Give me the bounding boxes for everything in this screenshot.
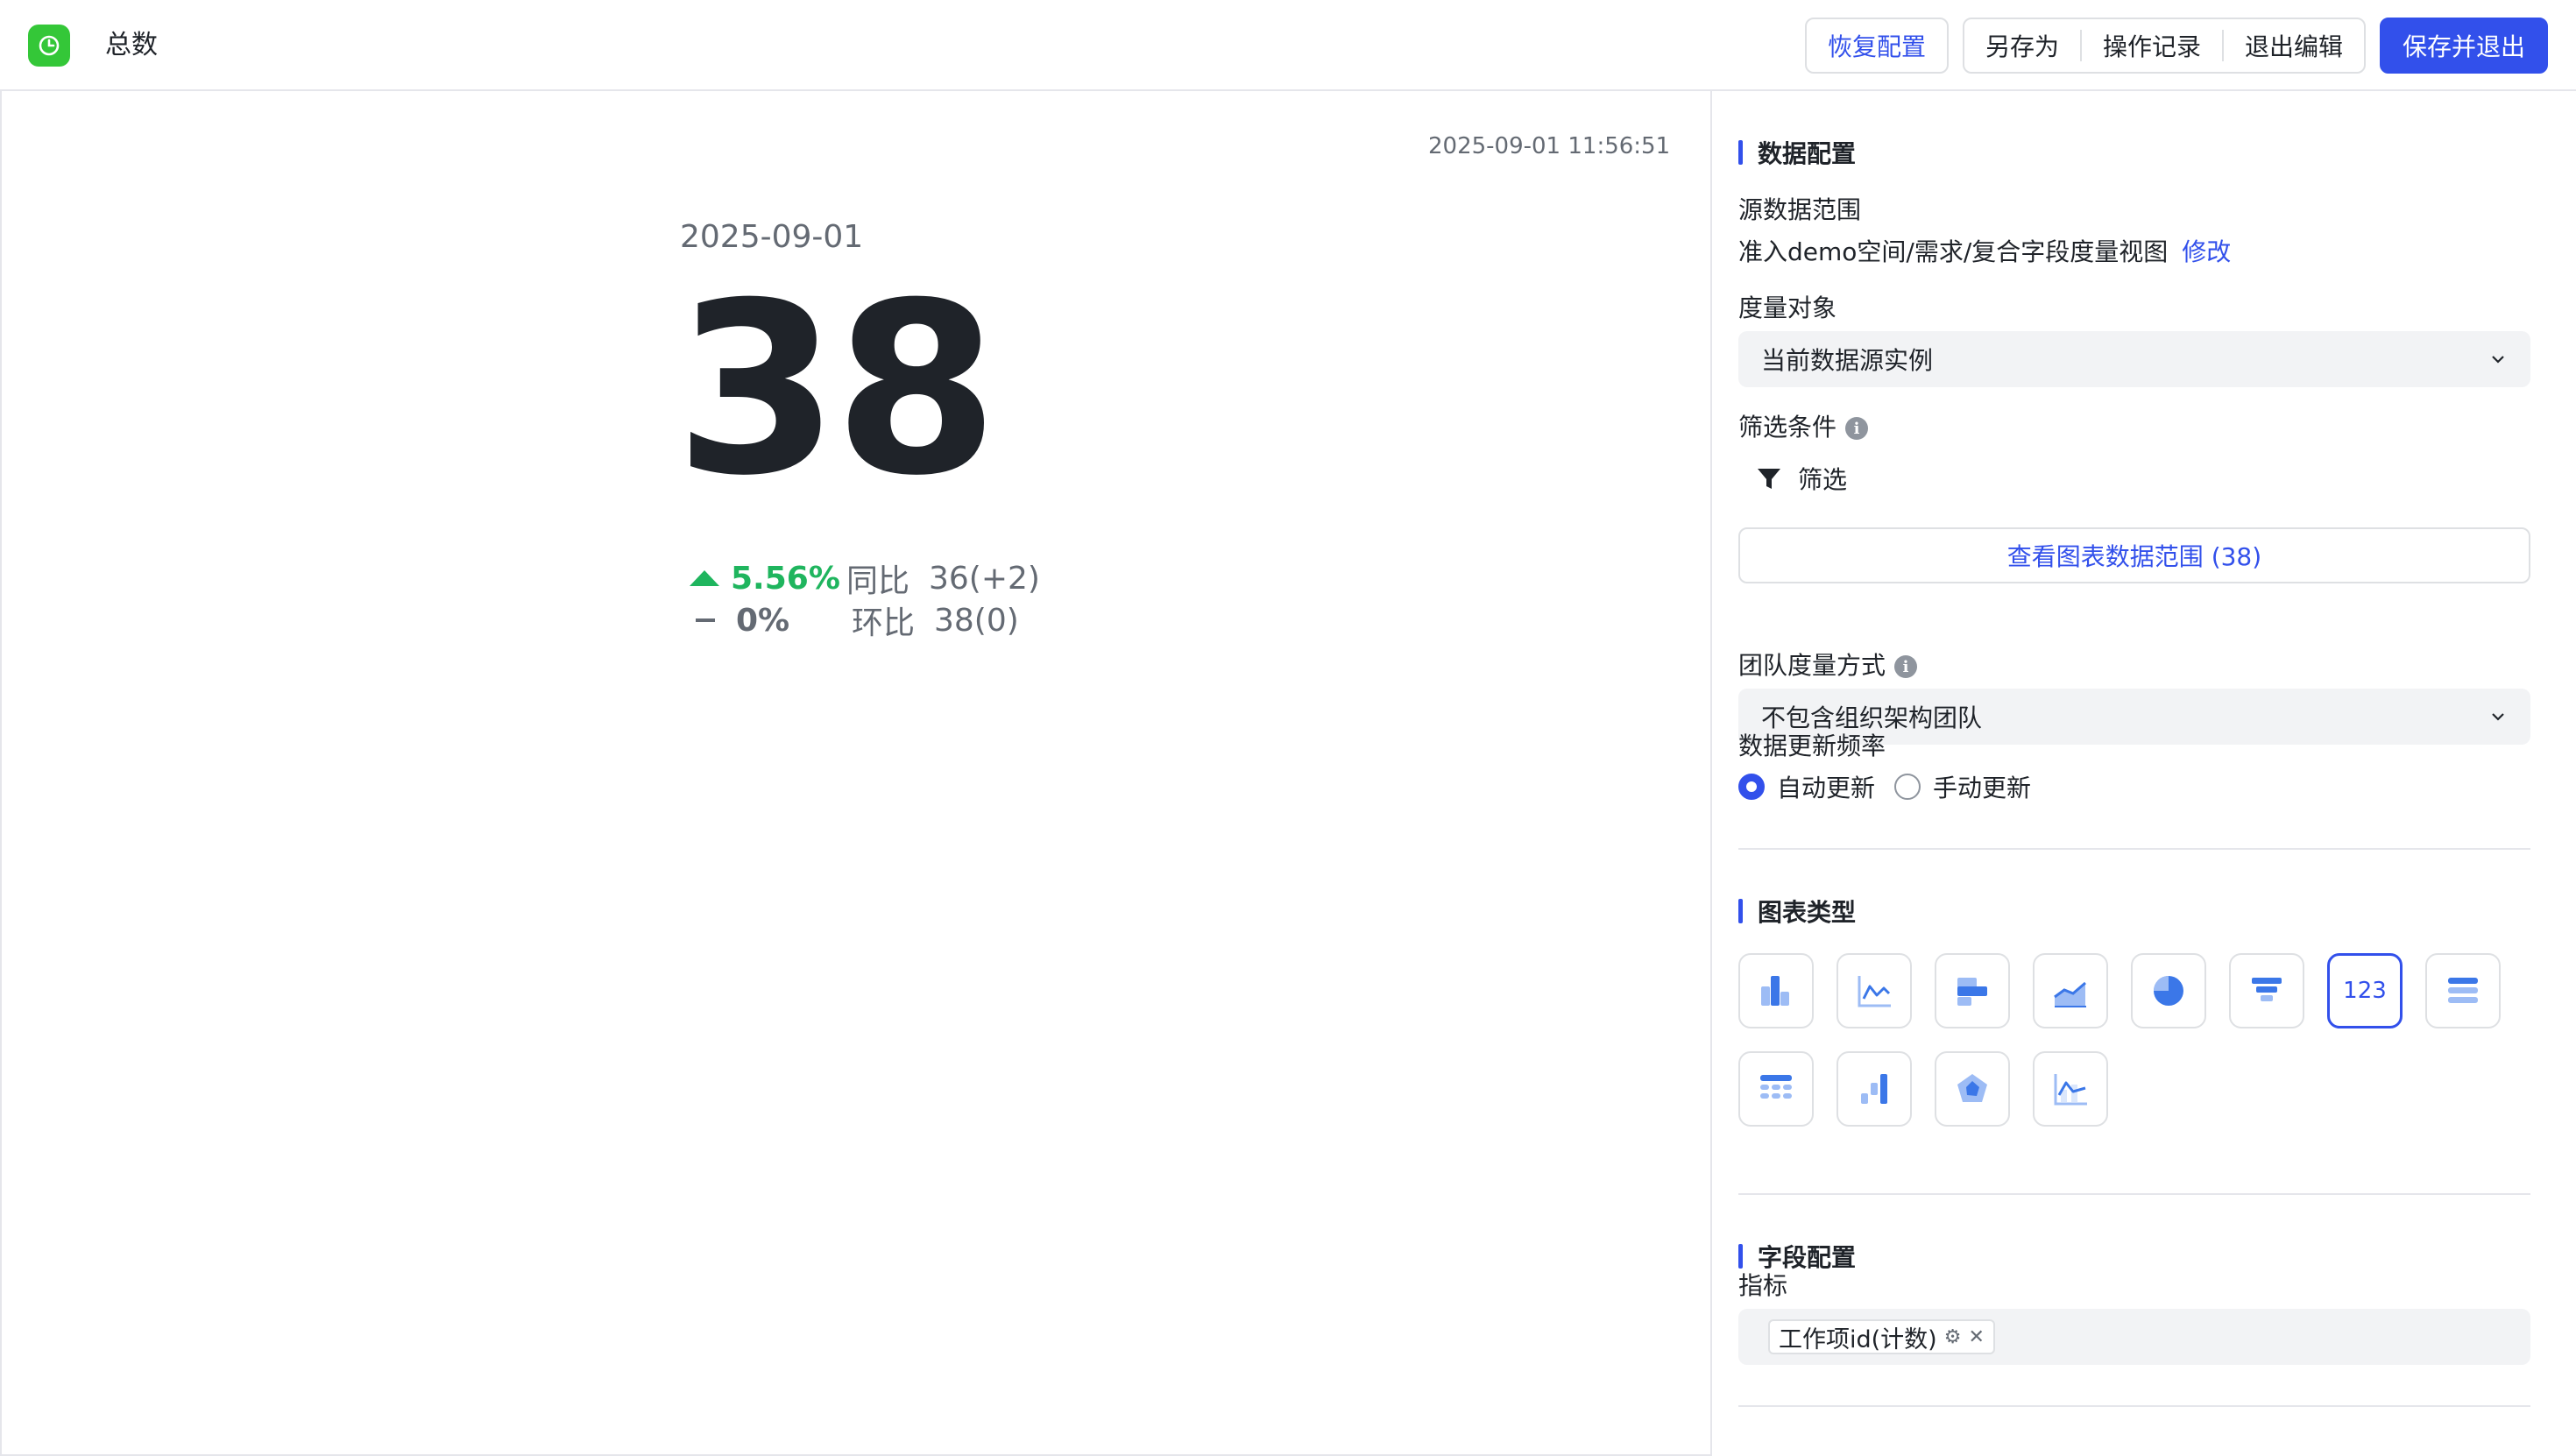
page-title: 总数 xyxy=(105,30,158,60)
chart-type-horizontal-bar[interactable] xyxy=(1935,953,2010,1028)
config-panel: 数据配置 源数据范围 准入demo空间/需求/复合字段度量视图 修改 度量对象 当… xyxy=(1712,91,2576,1456)
metric-label: 指标 xyxy=(1738,1271,1788,1300)
filter-label: 筛选条件 xyxy=(1738,413,1837,442)
chart-type-combo[interactable] xyxy=(2033,1051,2108,1127)
action-button-group: 另存为 操作记录 退出编辑 xyxy=(1963,18,2366,74)
mom-label: 环比 xyxy=(852,605,916,641)
close-icon[interactable]: ✕ xyxy=(1968,1326,1984,1348)
section-divider xyxy=(1738,848,2530,850)
section-divider xyxy=(1738,1193,2530,1195)
source-range-label: 源数据范围 xyxy=(1738,195,1862,224)
waterfall-chart-icon xyxy=(1861,1074,1887,1104)
chart-type-heading: 图表类型 xyxy=(1738,894,1856,929)
chart-type-waterfall[interactable] xyxy=(1836,1051,1912,1127)
chart-type-number[interactable]: 123 xyxy=(2327,953,2403,1028)
bar-chart-icon xyxy=(1761,976,1789,1006)
history-button[interactable]: 操作记录 xyxy=(2082,19,2222,72)
mom-value: 38(0) xyxy=(934,602,1019,639)
gear-icon[interactable]: ⚙ xyxy=(1944,1326,1962,1348)
info-icon[interactable]: i xyxy=(1845,417,1869,440)
auto-update-radio[interactable] xyxy=(1738,774,1765,800)
filter-button-label: 筛选 xyxy=(1798,465,1848,494)
combo-chart-icon xyxy=(2054,1074,2087,1106)
measure-object-value: 当前数据源实例 xyxy=(1761,346,1934,375)
team-measure-label-row: 团队度量方式 i xyxy=(1738,647,1918,682)
mom-percent: 0% xyxy=(736,602,790,639)
source-range-row: 准入demo空间/需求/复合字段度量视图 修改 xyxy=(1738,233,2231,268)
source-range-value: 准入demo空间/需求/复合字段度量视图 xyxy=(1738,237,2169,266)
update-frequency-radios: 自动更新 手动更新 xyxy=(1738,769,2031,804)
pie-chart-icon xyxy=(2154,976,2183,1006)
measure-object-select[interactable]: 当前数据源实例 xyxy=(1738,331,2530,387)
info-icon[interactable]: i xyxy=(1894,655,1918,678)
view-data-range-button[interactable]: 查看图表数据范围 (38) xyxy=(1738,527,2530,583)
data-config-heading: 数据配置 xyxy=(1738,135,1856,170)
chart-type-pie[interactable] xyxy=(2131,953,2206,1028)
exit-edit-button[interactable]: 退出编辑 xyxy=(2224,19,2364,72)
auto-update-label: 自动更新 xyxy=(1777,774,1876,802)
metric-tag-label: 工作项id(计数) xyxy=(1779,1325,1937,1354)
chart-type-funnel[interactable] xyxy=(2229,953,2304,1028)
metric-field-box[interactable]: 工作项id(计数) ⚙ ✕ xyxy=(1738,1309,2530,1365)
chart-type-table[interactable] xyxy=(1738,1051,1814,1127)
chart-type-list[interactable] xyxy=(2425,953,2501,1028)
list-chart-icon xyxy=(2448,978,2478,1003)
chart-preview-panel: 2025-09-01 11:56:51 2025-09-01 38 5.56% … xyxy=(0,91,1712,1456)
funnel-chart-icon xyxy=(2252,978,2282,1001)
horizontal-bar-chart-icon xyxy=(1957,978,1987,1006)
chart-type-bar[interactable] xyxy=(1738,953,1814,1028)
chart-type-radar[interactable] xyxy=(1935,1051,2010,1127)
save-as-button[interactable]: 另存为 xyxy=(1964,19,2080,72)
save-and-exit-button[interactable]: 保存并退出 xyxy=(2380,18,2548,74)
metric-date: 2025-09-01 xyxy=(680,219,864,255)
manual-update-label: 手动更新 xyxy=(1933,774,2032,802)
source-edit-link[interactable]: 修改 xyxy=(2182,237,2231,266)
radar-chart-icon xyxy=(1957,1074,1987,1102)
chevron-down-icon xyxy=(2492,356,2504,364)
yoy-comparison: 5.56% 同比 36(+2) xyxy=(689,555,1040,601)
section-divider xyxy=(1738,1405,2530,1407)
mom-comparison: 0% 环比 38(0) xyxy=(689,597,1019,643)
filter-button[interactable]: 筛选 xyxy=(1756,461,1847,496)
line-chart-icon xyxy=(1858,976,1891,1007)
dash-icon xyxy=(696,618,715,622)
yoy-percent: 5.56% xyxy=(731,560,840,597)
chevron-down-icon xyxy=(2492,713,2504,721)
funnel-icon xyxy=(1758,469,1780,489)
restore-config-button[interactable]: 恢复配置 xyxy=(1805,18,1949,74)
yoy-label: 同比 xyxy=(846,563,910,599)
filter-label-row: 筛选条件 i xyxy=(1738,408,1869,443)
triangle-up-icon xyxy=(690,570,719,586)
area-chart-icon xyxy=(2054,981,2086,1007)
update-timestamp: 2025-09-01 11:56:51 xyxy=(1428,133,1671,159)
metric-tag[interactable]: 工作项id(计数) ⚙ ✕ xyxy=(1768,1319,1995,1354)
yoy-value: 36(+2) xyxy=(929,560,1040,597)
number-chart-label: 123 xyxy=(2343,978,2387,1004)
manual-update-radio[interactable] xyxy=(1894,774,1921,800)
measure-object-label: 度量对象 xyxy=(1738,293,1837,322)
metric-value: 38 xyxy=(675,251,999,527)
chart-type-area[interactable] xyxy=(2033,953,2108,1028)
app-clock-icon xyxy=(28,25,70,67)
update-frequency-label: 数据更新频率 xyxy=(1738,732,1886,760)
top-bar: 总数 恢复配置 另存为 操作记录 退出编辑 保存并退出 xyxy=(0,0,2576,91)
table-chart-icon xyxy=(1760,1075,1792,1099)
team-measure-label: 团队度量方式 xyxy=(1738,651,1886,680)
chart-type-line[interactable] xyxy=(1836,953,1912,1028)
